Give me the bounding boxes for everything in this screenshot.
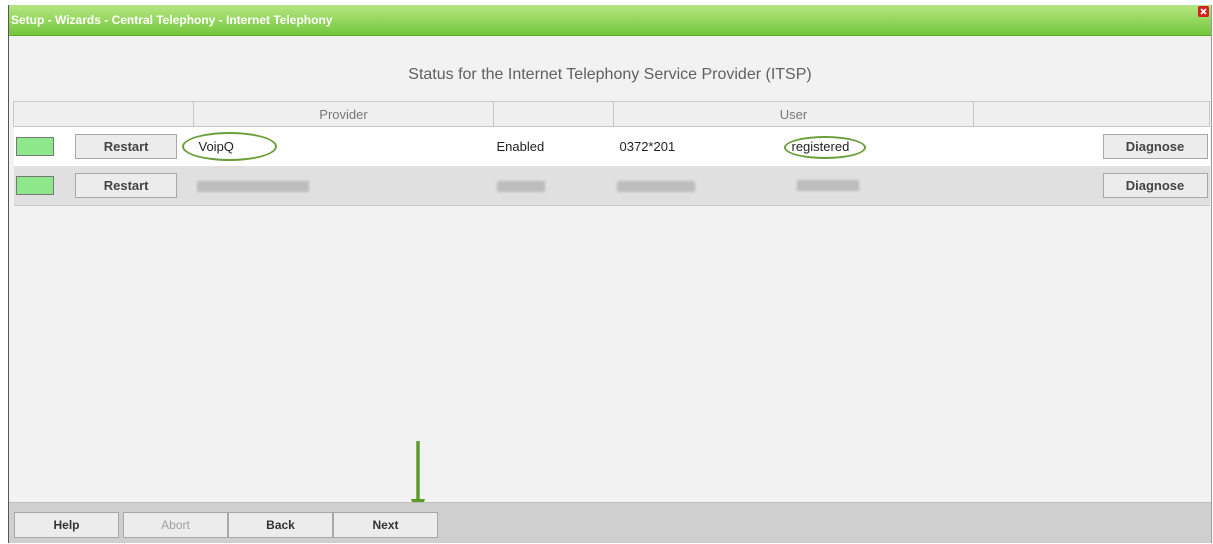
diagnose-button[interactable]: Diagnose — [1102, 134, 1208, 159]
user-cell: 0372*201 registered — [613, 126, 974, 166]
state-cell — [493, 166, 614, 206]
provider-cell — [193, 166, 494, 206]
provider-state: Enabled — [496, 139, 545, 154]
table-row: Restart Diagnose — [13, 166, 1210, 206]
column-header-state — [493, 101, 614, 127]
redacted-state — [496, 181, 545, 193]
column-header-diagnose — [973, 101, 1210, 127]
window-title: Setup - Wizards - Central Telephony - In… — [11, 13, 333, 27]
status-indicator — [15, 137, 54, 156]
actions-cell: Restart — [13, 166, 194, 206]
next-button[interactable]: Next — [333, 512, 438, 538]
registration-highlight-oval — [783, 136, 866, 159]
back-button[interactable]: Back — [228, 512, 333, 538]
user-cell — [613, 166, 974, 206]
provider-cell: VoipQ — [181, 126, 494, 166]
help-button[interactable]: Help — [14, 512, 119, 538]
user-number: 0372*201 — [619, 139, 676, 154]
restart-button[interactable]: Restart — [75, 173, 178, 198]
redacted-registration — [796, 180, 859, 191]
table-row: Restart VoipQ Enabled 0372*201 registere… — [13, 126, 1210, 166]
redacted-user — [616, 181, 695, 193]
close-icon[interactable] — [1198, 6, 1209, 17]
provider-highlight-oval — [181, 132, 277, 161]
actions-cell: Restart — [13, 126, 194, 166]
itsp-status-table: Provider User Restart VoipQ Enabled 0372… — [13, 101, 1210, 206]
status-indicator — [15, 176, 54, 195]
redacted-provider — [196, 181, 309, 193]
page-title: Status for the Internet Telephony Servic… — [408, 66, 812, 83]
wizard-window: Setup - Wizards - Central Telephony - In… — [8, 5, 1212, 543]
diagnose-cell: Diagnose — [973, 126, 1210, 166]
diagnose-button[interactable]: Diagnose — [1102, 173, 1208, 198]
title-bar: Setup - Wizards - Central Telephony - In… — [9, 5, 1211, 36]
abort-button: Abort — [123, 512, 228, 538]
wizard-footer: Help Abort Back Next — [9, 502, 1211, 543]
column-header-provider: Provider — [193, 101, 494, 127]
table-header-row: Provider User — [13, 101, 1210, 127]
column-header-actions — [13, 101, 194, 127]
restart-button[interactable]: Restart — [75, 134, 178, 159]
column-header-user: User — [613, 101, 974, 127]
diagnose-cell: Diagnose — [973, 166, 1210, 206]
state-cell: Enabled — [493, 126, 614, 166]
